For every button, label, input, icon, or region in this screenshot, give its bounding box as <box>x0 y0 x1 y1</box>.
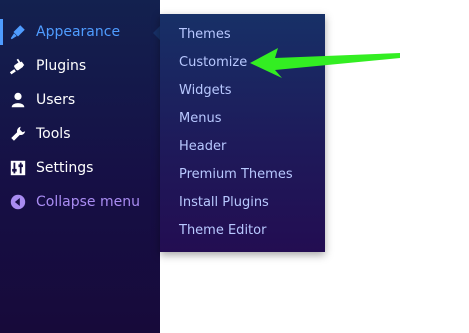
wrench-icon <box>8 124 28 144</box>
submenu-item-install-plugins[interactable]: Install Plugins <box>179 192 269 214</box>
user-icon <box>8 90 28 110</box>
sidebar-item-label: Collapse menu <box>36 194 140 210</box>
submenu-item-theme-editor[interactable]: Theme Editor <box>179 220 266 242</box>
collapse-menu-button[interactable]: Collapse menu <box>0 185 160 219</box>
sidebar-item-tools[interactable]: Tools <box>0 117 160 151</box>
submenu-item-widgets[interactable]: Widgets <box>179 80 232 102</box>
sidebar-item-label: Settings <box>36 160 94 176</box>
admin-sidebar: Appearance Plugins Users Tools Settings … <box>0 0 160 333</box>
collapse-arrow-icon <box>8 192 28 212</box>
plugin-icon <box>8 56 28 76</box>
sidebar-item-settings[interactable]: Settings <box>0 151 160 185</box>
sidebar-item-appearance[interactable]: Appearance <box>0 15 160 49</box>
submenu-item-customize[interactable]: Customize <box>179 52 247 74</box>
sidebar-item-plugins[interactable]: Plugins <box>0 49 160 83</box>
settings-sliders-icon <box>8 158 28 178</box>
sidebar-item-label: Users <box>36 92 76 108</box>
sidebar-item-label: Plugins <box>36 58 87 74</box>
sidebar-item-label: Appearance <box>36 24 121 40</box>
sidebar-item-users[interactable]: Users <box>0 83 160 117</box>
annotation-arrow-icon <box>250 48 400 78</box>
sidebar-item-label: Tools <box>36 126 71 142</box>
paintbrush-icon <box>8 22 28 42</box>
submenu-item-menus[interactable]: Menus <box>179 108 221 130</box>
submenu-item-header[interactable]: Header <box>179 136 226 158</box>
submenu-item-themes[interactable]: Themes <box>179 24 231 46</box>
submenu-item-premium-themes[interactable]: Premium Themes <box>179 164 293 186</box>
